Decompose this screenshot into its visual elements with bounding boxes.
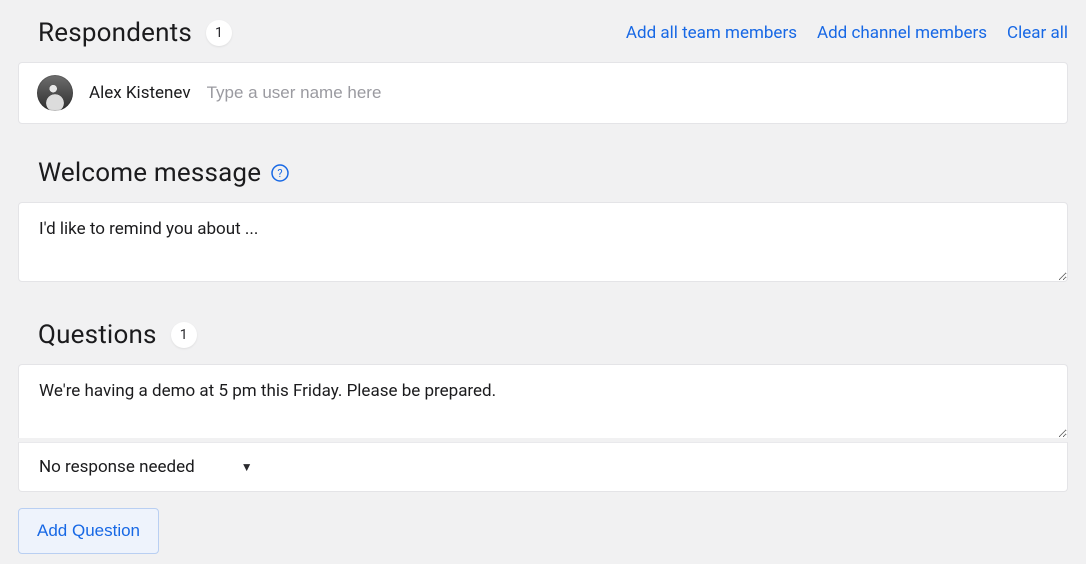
respondents-title: Respondents <box>38 18 192 48</box>
welcome-message-wrap <box>18 202 1068 286</box>
response-type-select[interactable]: No response needed ▼ <box>18 442 1068 492</box>
question-text-textarea[interactable] <box>18 364 1068 438</box>
chevron-down-icon: ▼ <box>241 460 253 474</box>
welcome-message-textarea[interactable] <box>18 202 1068 282</box>
respondents-input-box: Alex Kistenev <box>18 62 1068 124</box>
questions-count-badge: 1 <box>171 322 197 348</box>
clear-all-link[interactable]: Clear all <box>1007 23 1068 43</box>
respondent-chip[interactable]: Alex Kistenev <box>89 83 191 103</box>
questions-header: Questions 1 <box>38 320 1068 350</box>
respondents-header: Respondents 1 Add all team members Add c… <box>38 18 1068 48</box>
add-question-button[interactable]: Add Question <box>18 508 159 554</box>
add-channel-link[interactable]: Add channel members <box>817 23 987 43</box>
svg-text:?: ? <box>278 167 283 180</box>
respondents-actions: Add all team members Add channel members… <box>626 23 1068 43</box>
welcome-header: Welcome message ? <box>38 158 1068 188</box>
help-icon[interactable]: ? <box>271 164 289 182</box>
welcome-title: Welcome message <box>38 158 261 188</box>
respondent-search-input[interactable] <box>207 83 1049 103</box>
question-card: No response needed ▼ <box>18 364 1068 492</box>
respondents-count-badge: 1 <box>206 20 232 46</box>
questions-title: Questions <box>38 320 157 350</box>
avatar <box>37 75 73 111</box>
add-all-team-link[interactable]: Add all team members <box>626 23 797 43</box>
response-type-value: No response needed <box>39 457 195 477</box>
